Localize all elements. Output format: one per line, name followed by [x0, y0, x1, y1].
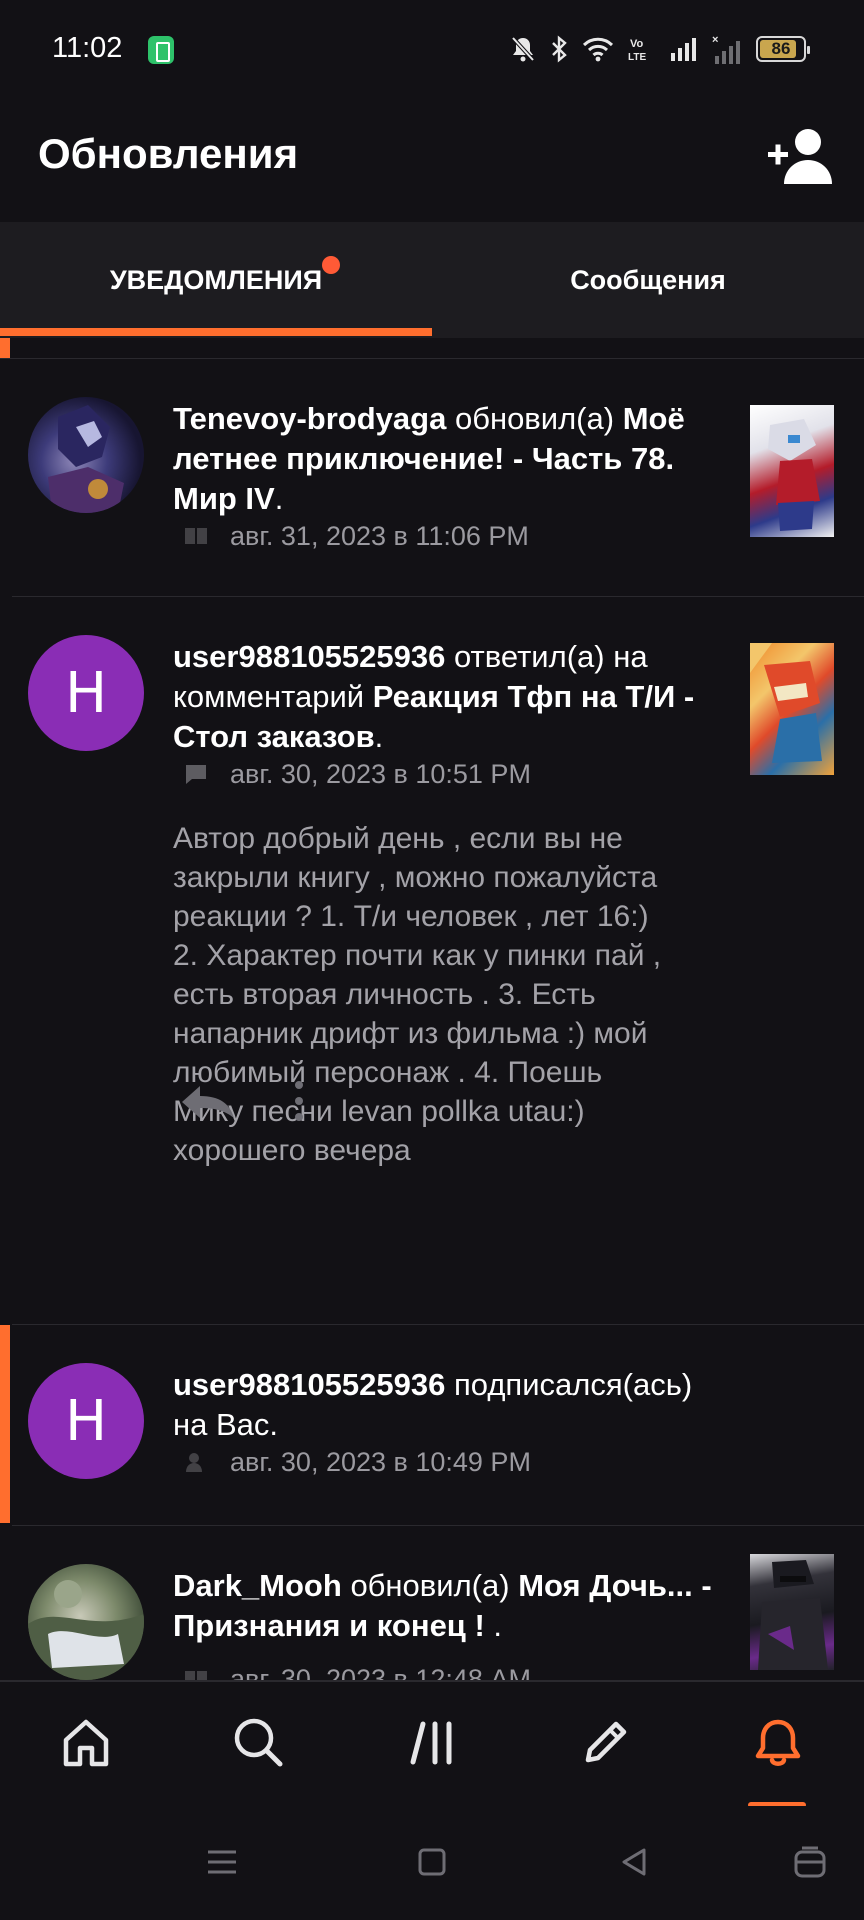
add-user-button[interactable] — [768, 126, 834, 186]
status-icons: Vo LTE × 86 — [510, 32, 810, 66]
status-time: 11:02 — [52, 32, 123, 64]
menu-icon — [208, 1850, 236, 1874]
tab-notifications-label: УВЕДОМЛЕНИЯ — [109, 264, 323, 295]
unread-dot — [322, 256, 340, 274]
comment-text: Автор добрый день , если вы не закрыли к… — [173, 822, 662, 1167]
nav-home[interactable] — [56, 1712, 116, 1772]
follow-icon — [186, 1453, 202, 1472]
notification-meta: авг. 31, 2023 в 11:06 PM — [184, 519, 529, 553]
avatar-image — [28, 1580, 144, 1680]
user-name[interactable]: Tenevoy-brodyaga — [173, 401, 446, 436]
reply-icon — [182, 1086, 234, 1118]
story-cover[interactable] — [750, 643, 834, 775]
story-cover[interactable] — [750, 405, 834, 537]
unread-marker — [0, 1325, 10, 1523]
tab-bar: УВЕДОМЛЕНИЯ Сообщения — [0, 222, 864, 338]
notification-text: user988105525936 подписался(ась) на Вас. — [173, 1365, 733, 1445]
assistant-icon — [794, 1846, 826, 1878]
bell-icon — [755, 1719, 801, 1766]
unread-marker — [0, 338, 10, 358]
notification-text: user988105525936 ответил(а) на комментар… — [173, 637, 733, 757]
back-triangle-icon — [622, 1848, 646, 1876]
home-button[interactable] — [412, 1842, 452, 1882]
nav-write[interactable] — [576, 1712, 636, 1772]
status-bar: 11:02 Vo LTE × 86 — [0, 0, 864, 100]
action-text: обновил(а) — [454, 401, 615, 436]
avatar[interactable]: H — [28, 635, 144, 751]
svg-text:×: × — [712, 34, 718, 46]
notification-item[interactable]: H user988105525936 ответил(а) на коммент… — [0, 597, 864, 1262]
volte-icon: Vo LTE — [628, 38, 646, 63]
search-icon — [234, 1718, 283, 1767]
home-icon — [63, 1719, 109, 1767]
tab-messages-label: Сообщения — [570, 264, 726, 295]
square-icon — [418, 1848, 446, 1876]
page-title: Обновления — [38, 130, 299, 177]
svg-text:LTE: LTE — [628, 52, 646, 63]
battery-icon: 86 — [756, 36, 810, 62]
more-button[interactable] — [284, 1077, 314, 1125]
notification-item[interactable]: H user988105525936 подписался(ась) на Ва… — [0, 1325, 864, 1525]
signal-icon — [671, 38, 696, 61]
signal-no-sim-icon: × — [712, 34, 740, 64]
bluetooth-icon — [552, 35, 567, 63]
avatar[interactable] — [28, 397, 144, 513]
book-icon — [185, 1671, 207, 1680]
story-cover[interactable] — [750, 1554, 834, 1670]
bottom-navigation — [0, 1680, 864, 1808]
comment-icon — [186, 765, 206, 784]
active-tab-indicator — [0, 328, 432, 336]
timestamp: авг. 30, 2023 в 10:51 PM — [230, 758, 531, 789]
suffix: . — [274, 481, 284, 516]
back-button[interactable] — [614, 1842, 654, 1882]
user-name[interactable]: user988105525936 — [173, 1367, 445, 1402]
nav-notifications[interactable] — [748, 1712, 808, 1772]
more-vertical-icon — [295, 1081, 303, 1121]
avatar-image — [48, 405, 124, 513]
menu-button[interactable] — [202, 1842, 242, 1882]
avatar[interactable]: H — [28, 1363, 144, 1479]
user-name[interactable]: Dark_Mooh — [173, 1568, 342, 1603]
suffix: . — [484, 1608, 503, 1643]
notification-meta: авг. 30, 2023 в 10:51 PM — [184, 757, 531, 791]
write-icon — [585, 1721, 627, 1763]
action-text: обновил(а) — [350, 1568, 510, 1603]
nav-library[interactable] — [403, 1712, 463, 1772]
avatar[interactable] — [28, 1564, 144, 1680]
svg-text:Vo: Vo — [630, 38, 644, 50]
app-header: Обновления — [0, 100, 864, 222]
notification-item[interactable]: Tenevoy-brodyaga обновил(а) Моё летнее п… — [0, 359, 864, 603]
notifications-list[interactable]: Tenevoy-brodyaga обновил(а) Моё летнее п… — [0, 338, 864, 1680]
cover-image — [758, 1560, 828, 1670]
notification-meta: авг. 30, 2023 в 10:49 PM — [184, 1445, 531, 1479]
notification-text: Dark_Mooh обновил(а) Моя Дочь... - Призн… — [173, 1566, 733, 1646]
add-user-icon — [768, 129, 832, 184]
notification-text: Tenevoy-brodyaga обновил(а) Моё летнее п… — [173, 399, 733, 519]
charging-app-icon — [148, 36, 174, 64]
reply-button[interactable] — [178, 1082, 238, 1122]
notification-meta: авг. 30, 2023 в 12:48 AM — [184, 1662, 531, 1680]
library-icon — [410, 1721, 452, 1765]
nav-search[interactable] — [228, 1712, 288, 1772]
timestamp: авг. 30, 2023 в 12:48 AM — [230, 1663, 531, 1681]
cover-image — [750, 643, 822, 763]
battery-level: 86 — [771, 39, 791, 58]
suffix: . — [374, 719, 384, 754]
tab-notifications[interactable]: УВЕДОМЛЕНИЯ — [0, 222, 432, 338]
timestamp: авг. 30, 2023 в 10:49 PM — [230, 1446, 531, 1477]
user-name[interactable]: user988105525936 — [173, 639, 445, 674]
book-icon — [185, 528, 207, 544]
notification-item[interactable]: Dark_Mooh обновил(а) Моя Дочь... - Призн… — [0, 1526, 864, 1680]
timestamp: авг. 31, 2023 в 11:06 PM — [230, 520, 529, 551]
mute-icon — [511, 36, 535, 62]
wifi-icon — [582, 37, 614, 62]
tab-messages[interactable]: Сообщения — [432, 222, 864, 338]
system-navigation — [0, 1806, 864, 1920]
assistant-button[interactable] — [790, 1842, 830, 1882]
cover-image — [768, 419, 820, 531]
